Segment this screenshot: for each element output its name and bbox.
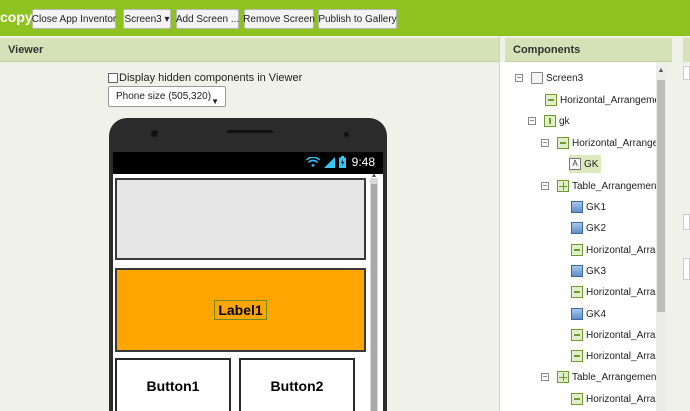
publish-to-gallery-button[interactable]: Publish to Gallery — [318, 9, 397, 29]
tree-item[interactable]: Horizontal_Arrangement6 — [571, 347, 656, 365]
tree-item[interactable]: Horizontal_Arrangement4 — [571, 283, 656, 301]
scroll-up-icon[interactable]: ▲ — [370, 172, 378, 180]
tree-item-label: Table_Arrangement2 — [572, 371, 656, 383]
tree-item[interactable]: − Horizontal_Arrangement2 — [541, 134, 656, 152]
phone-speaker — [227, 130, 273, 133]
chevron-down-icon: ▼ — [211, 97, 219, 106]
viewer-header: Viewer — [0, 38, 499, 62]
button1-preview[interactable]: Button1 — [115, 358, 231, 411]
scroll-up-icon[interactable]: ▲ — [656, 66, 666, 76]
components-scrollbar-thumb[interactable] — [657, 80, 665, 312]
tree-item[interactable]: GK4 — [571, 305, 606, 323]
tree-item[interactable]: Horizontal_Arrangement7 — [571, 390, 656, 408]
label1-preview[interactable]: Label1 — [214, 300, 267, 320]
tree-item-label: GK4 — [586, 308, 607, 320]
tree-item-label: GK2 — [586, 222, 607, 234]
tree-item-label: Screen3 — [546, 72, 584, 84]
tree-item[interactable]: GK3 — [571, 262, 606, 280]
collapse-icon[interactable]: − — [515, 74, 523, 82]
top-toolbar: copy Close App Inventor Screen3 ▾ Add Sc… — [0, 0, 690, 36]
collapse-icon[interactable]: − — [541, 373, 549, 381]
phone-sensor — [344, 132, 349, 137]
table-arrangement-icon — [557, 371, 569, 383]
horizontal-arrangement-icon — [571, 350, 583, 362]
label-container-preview[interactable]: Label1 — [115, 268, 366, 352]
wifi-icon — [305, 156, 320, 167]
tree-item-label: Horizontal_Arrangement4 — [586, 286, 656, 298]
tree-item-label: GK1 — [586, 201, 607, 213]
horizontal-arrangement-preview[interactable] — [115, 178, 366, 260]
horizontal-arrangement-icon — [571, 393, 583, 405]
properties-field-edge[interactable] — [683, 66, 690, 80]
components-tree: − Screen3 Horizontal_Arrangement1 − gk −… — [500, 62, 656, 411]
tree-item-gk[interactable]: − gk — [528, 112, 570, 130]
tree-item-label: GK — [584, 158, 599, 170]
tree-item[interactable]: Horizontal_Arrangement5 — [571, 326, 656, 344]
tree-item[interactable]: GK2 — [571, 219, 606, 237]
table-arrangement-icon — [557, 180, 569, 192]
phone-size-select[interactable]: Phone size (505,320) ▼ — [108, 86, 226, 107]
tree-item[interactable]: − Table_Arrangement2 — [541, 368, 656, 386]
vertical-arrangement-icon — [544, 115, 556, 127]
status-time: 9:48 — [351, 155, 375, 169]
image-icon — [571, 308, 583, 320]
properties-field-edge[interactable] — [683, 214, 690, 230]
tree-item-label: Horizontal_Arrangement3 — [586, 244, 656, 256]
horizontal-arrangement-icon — [571, 329, 583, 341]
display-hidden-label: Display hidden components in Viewer — [119, 72, 303, 84]
horizontal-arrangement-icon — [545, 94, 557, 106]
signal-icon — [323, 156, 335, 168]
screen-select-button[interactable]: Screen3 ▾ — [123, 9, 171, 29]
tree-item-gk-selected[interactable]: A GK — [569, 155, 602, 173]
phone-size-value: Phone size (505,320) — [116, 91, 212, 102]
collapse-icon[interactable]: − — [541, 182, 549, 190]
horizontal-arrangement-icon — [571, 286, 583, 298]
tree-item[interactable]: GK1 — [571, 198, 606, 216]
screen-icon — [531, 72, 543, 84]
image-icon — [571, 201, 583, 213]
tree-item-label: Table_Arrangement1 — [572, 180, 656, 192]
tree-item-label: Horizontal_Arrangement7 — [586, 393, 656, 405]
collapse-icon[interactable]: − — [541, 139, 549, 147]
tree-item[interactable]: Horizontal_Arrangement1 — [545, 91, 656, 109]
add-screen-button[interactable]: Add Screen ... — [176, 9, 239, 29]
project-name: copy — [0, 9, 33, 25]
collapse-icon[interactable]: − — [528, 117, 536, 125]
tree-item-label: gk — [559, 115, 570, 127]
button2-preview[interactable]: Button2 — [239, 358, 355, 411]
tree-item-label: GK3 — [586, 265, 607, 277]
tree-item-label: Horizontal_Arrangement6 — [586, 350, 656, 362]
label-icon: A — [569, 158, 581, 170]
properties-field-edge[interactable] — [683, 258, 690, 280]
button-row-preview: Button1 Button2 — [115, 356, 366, 411]
horizontal-arrangement-icon — [571, 244, 583, 256]
close-app-inventor-button[interactable]: Close App Inventor — [32, 9, 116, 29]
phone-preview: 9:48 Label1 Button1 Button2 ▲ — [109, 118, 387, 411]
tree-item[interactable]: Horizontal_Arrangement3 — [571, 241, 656, 259]
tree-item[interactable]: − Table_Arrangement1 — [541, 177, 656, 195]
display-hidden-checkbox[interactable] — [108, 73, 118, 83]
image-icon — [571, 265, 583, 277]
components-header: Components — [505, 38, 672, 62]
battery-icon — [338, 156, 346, 168]
display-hidden-components-option[interactable]: Display hidden components in Viewer — [108, 72, 302, 84]
image-icon — [571, 222, 583, 234]
tree-item-screen3[interactable]: − Screen3 — [515, 69, 583, 87]
phone-status-bar: 9:48 — [113, 152, 383, 174]
remove-screen-button[interactable]: Remove Screen — [243, 9, 315, 29]
properties-header-edge — [683, 38, 690, 62]
horizontal-arrangement-icon — [557, 137, 569, 149]
tree-item-label: Horizontal_Arrangement1 — [560, 94, 656, 106]
phone-scrollbar-thumb[interactable] — [371, 184, 377, 411]
phone-screen: Label1 Button1 Button2 ▲ — [113, 172, 383, 411]
tree-item-label: Horizontal_Arrangement5 — [586, 329, 656, 341]
phone-camera-icon — [151, 130, 158, 137]
tree-item-label: Horizontal_Arrangement2 — [572, 137, 656, 149]
